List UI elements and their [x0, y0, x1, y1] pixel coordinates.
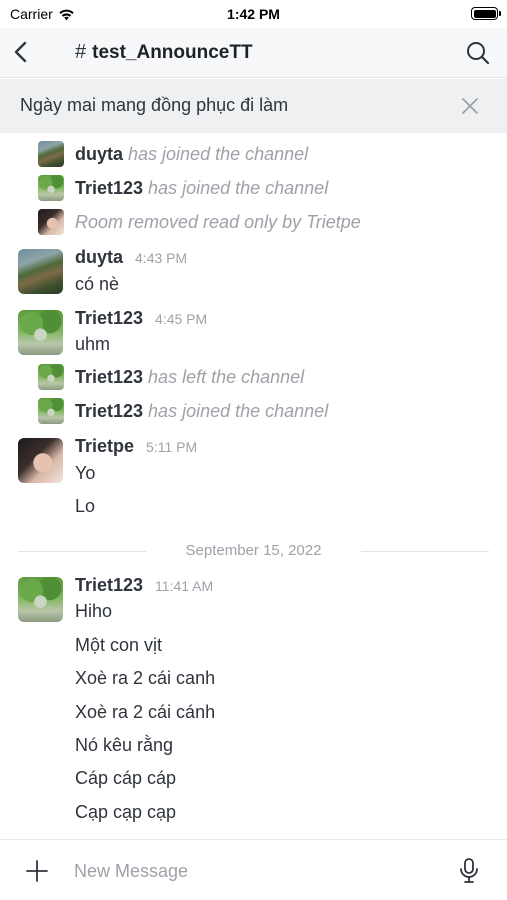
- message-text: Nó kêu rằng: [75, 735, 174, 755]
- message-username[interactable]: duyta: [75, 144, 123, 165]
- avatar[interactable]: [18, 310, 63, 355]
- message-username[interactable]: Trietpe: [75, 436, 134, 457]
- avatar[interactable]: [38, 398, 64, 424]
- message-text: Xoè ra 2 cái canh: [75, 668, 216, 688]
- message-timestamp: 4:43 PM: [135, 250, 188, 266]
- room-title[interactable]: # test_AnnounceTT: [75, 41, 253, 64]
- message-text: uhm: [75, 334, 111, 354]
- message-username[interactable]: Triet123: [75, 401, 143, 422]
- system-message: Room removed read only by Trietpe: [38, 209, 361, 235]
- avatar[interactable]: [38, 175, 64, 201]
- system-message: Triet123 has joined the channel: [38, 398, 328, 424]
- avatar[interactable]: [38, 141, 64, 167]
- message-timestamp: 4:45 PM: [155, 311, 208, 327]
- hash-icon: #: [75, 41, 87, 63]
- message-username[interactable]: Triet123: [75, 308, 143, 329]
- search-icon[interactable]: [465, 40, 491, 66]
- date-divider: September 15, 2022: [18, 541, 489, 561]
- message-header: Triet123 4:45 PM: [75, 308, 207, 329]
- avatar[interactable]: [18, 438, 63, 483]
- chevron-left-icon[interactable]: [8, 38, 36, 66]
- message-timestamp: 5:11 PM: [146, 439, 198, 455]
- message-list[interactable]: duyta has joined the channel Triet123 ha…: [0, 133, 507, 839]
- message-username[interactable]: Triet123: [75, 575, 143, 596]
- system-message: duyta has joined the channel: [38, 141, 308, 167]
- message-header: Trietpe 5:11 PM: [75, 436, 197, 457]
- avatar[interactable]: [38, 209, 64, 235]
- message-text: Cạp cạp cạp: [75, 802, 177, 822]
- microphone-icon[interactable]: [457, 857, 481, 885]
- message-composer: [0, 839, 507, 900]
- close-icon[interactable]: [461, 97, 479, 115]
- system-message-text: has joined the channel: [128, 143, 309, 164]
- message-text: Xoè ra 2 cái cánh: [75, 702, 216, 722]
- avatar[interactable]: [38, 364, 64, 390]
- system-message: Triet123 has left the channel: [38, 364, 304, 390]
- avatar[interactable]: [18, 577, 63, 622]
- plus-icon[interactable]: [24, 858, 50, 884]
- divider-line: [361, 551, 489, 552]
- system-message-text: has joined the channel: [148, 400, 329, 421]
- message-input[interactable]: [74, 857, 444, 885]
- message-text: Một con vịt: [75, 635, 163, 655]
- avatar[interactable]: [18, 249, 63, 294]
- message-text: Yo: [75, 463, 96, 483]
- message-username[interactable]: duyta: [75, 247, 123, 268]
- room-header: # test_AnnounceTT: [0, 28, 507, 78]
- message-text: Hiho: [75, 601, 113, 621]
- announcement-text: Ngày mai mang đồng phục đi làm: [20, 95, 289, 115]
- battery-icon: [471, 7, 501, 20]
- system-message-text: Room removed read only by Trietpe: [75, 211, 361, 232]
- message-header: Triet123 11:41 AM: [75, 575, 213, 596]
- message-username[interactable]: Triet123: [75, 367, 143, 388]
- message-timestamp: 11:41 AM: [155, 578, 214, 594]
- room-name: test_AnnounceTT: [92, 41, 253, 63]
- system-message: Triet123 has joined the channel: [38, 175, 328, 201]
- announcement-banner[interactable]: Ngày mai mang đồng phục đi làm: [0, 79, 507, 133]
- message-text: có nè: [75, 274, 120, 294]
- message-text: Cáp cáp cáp: [75, 768, 177, 788]
- message-username[interactable]: Triet123: [75, 178, 143, 199]
- status-bar: Carrier 1:42 PM: [0, 0, 507, 28]
- system-message-text: has left the channel: [148, 366, 305, 387]
- message-text: Lo: [75, 496, 96, 516]
- system-message-text: has joined the channel: [148, 177, 329, 198]
- status-time: 1:42 PM: [227, 6, 280, 22]
- message-header: duyta 4:43 PM: [75, 247, 187, 268]
